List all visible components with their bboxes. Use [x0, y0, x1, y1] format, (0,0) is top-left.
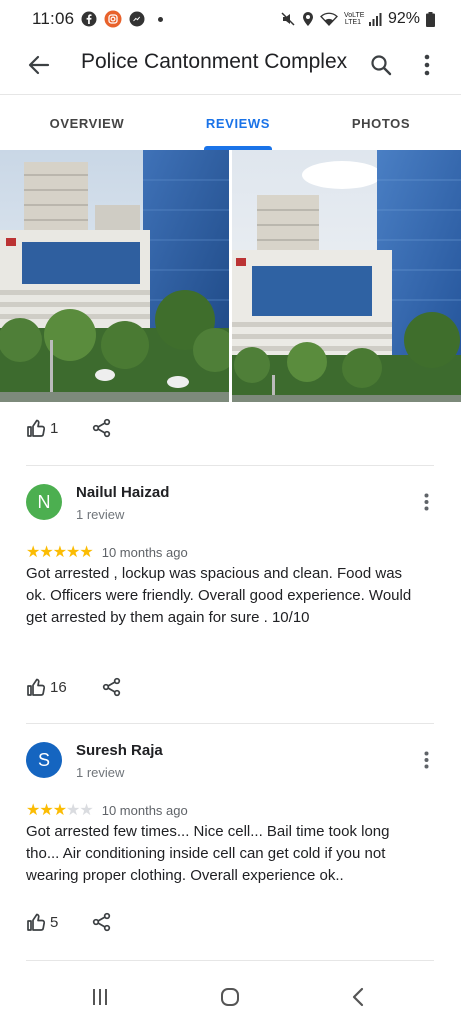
back-arrow-icon: [28, 55, 50, 75]
more-vert-icon: [424, 751, 428, 769]
system-nav-bar: [0, 968, 461, 1024]
star-icon: ★: [26, 802, 40, 819]
share-icon: [102, 677, 121, 697]
review-photo[interactable]: [0, 150, 229, 402]
reviewer-name[interactable]: Nailul Haizad: [76, 484, 169, 501]
search-button[interactable]: [364, 48, 398, 82]
like-button[interactable]: 5: [26, 912, 58, 932]
home-icon: [221, 988, 239, 1006]
like-count: 16: [50, 678, 67, 696]
star-rating: ★ ★ ★ ★ ★ 10 months ago: [26, 542, 188, 562]
share-icon: [92, 912, 111, 932]
avatar[interactable]: S: [26, 742, 62, 778]
tab-overview[interactable]: OVERVIEW: [30, 95, 144, 151]
more-vert-icon: [424, 54, 430, 76]
app-bar: Police Cantonment Complex: [0, 38, 461, 88]
divider: [26, 723, 434, 724]
review-text: Got arrested few times... Nice cell... B…: [26, 823, 390, 884]
review-options-button[interactable]: [412, 746, 440, 774]
star-icon: ★: [52, 802, 67, 819]
review-photo[interactable]: [232, 150, 461, 402]
signal-icon: [368, 12, 382, 26]
recent-apps-button[interactable]: [80, 982, 120, 1012]
messenger-icon: [129, 11, 145, 27]
star-empty-icon: ★: [66, 802, 80, 819]
star-icon: ★: [39, 544, 53, 561]
star-icon: ★: [52, 544, 67, 561]
divider: [26, 960, 434, 961]
instagram-icon: [104, 10, 122, 28]
like-button[interactable]: 1: [26, 418, 58, 438]
system-back-button[interactable]: [338, 982, 378, 1012]
back-button[interactable]: [22, 48, 56, 82]
photo-post-actions: 1: [26, 413, 111, 443]
review-date: 10 months ago: [101, 544, 188, 560]
tab-photos[interactable]: PHOTOS: [326, 95, 436, 151]
review-options-button[interactable]: [412, 488, 440, 516]
more-options-button[interactable]: [410, 48, 444, 82]
review-photos: [0, 150, 461, 402]
review-date: 10 months ago: [101, 802, 188, 818]
like-count: 5: [50, 913, 59, 931]
star-icon: ★: [66, 544, 80, 561]
like-count: 1: [50, 419, 59, 437]
status-time: 11:06: [32, 9, 75, 28]
review-actions: 16: [26, 672, 121, 702]
reviewer-review-count: 1 review: [76, 507, 125, 522]
star-icon: ★: [79, 544, 93, 561]
share-button[interactable]: [102, 677, 122, 697]
battery-level: 92%: [387, 10, 420, 27]
location-icon: [302, 11, 314, 27]
reviewer-name[interactable]: Suresh Raja: [76, 742, 163, 759]
like-button[interactable]: 16: [26, 677, 67, 697]
recent-apps-icon: [93, 989, 107, 1005]
network-label: VoLTE LTE1: [343, 12, 365, 26]
star-rating: ★ ★ ★ ★ ★ 10 months ago: [26, 800, 188, 820]
star-empty-icon: ★: [79, 802, 93, 819]
wifi-icon: [320, 12, 338, 26]
review-text: Got arrested , lockup was spacious and c…: [26, 565, 412, 626]
status-bar: 11:06 VoLTE LTE1 92%: [0, 0, 461, 38]
more-vert-icon: [424, 493, 428, 511]
star-icon: ★: [39, 802, 53, 819]
review-actions: 5: [26, 907, 111, 937]
thumb-up-icon: [27, 419, 46, 437]
share-button[interactable]: [92, 418, 112, 438]
thumb-up-icon: [27, 913, 46, 931]
tab-reviews[interactable]: REVIEWS: [180, 95, 296, 151]
thumb-up-icon: [27, 678, 46, 696]
star-icon: ★: [26, 544, 40, 561]
status-right: VoLTE LTE1 92%: [280, 10, 435, 28]
share-button[interactable]: [92, 912, 112, 932]
reviewer-review-count: 1 review: [76, 765, 125, 780]
battery-icon: [426, 11, 435, 27]
avatar[interactable]: N: [26, 484, 62, 520]
status-left: 11:06: [32, 9, 164, 29]
mute-icon: [280, 11, 296, 27]
facebook-icon: [81, 11, 97, 27]
back-icon: [352, 987, 364, 1007]
share-icon: [92, 418, 111, 438]
page-title: Police Cantonment Complex: [81, 50, 348, 73]
home-button[interactable]: [210, 982, 250, 1012]
notification-dot: [158, 16, 164, 22]
divider: [26, 465, 434, 466]
tab-bar: OVERVIEW REVIEWS PHOTOS: [0, 94, 461, 150]
search-icon: [371, 55, 392, 76]
